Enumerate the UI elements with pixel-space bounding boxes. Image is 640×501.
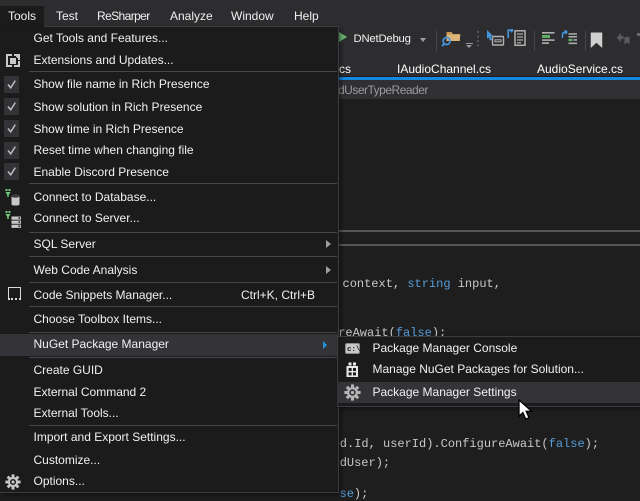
svg-text:c:\: c:\: [347, 346, 360, 354]
